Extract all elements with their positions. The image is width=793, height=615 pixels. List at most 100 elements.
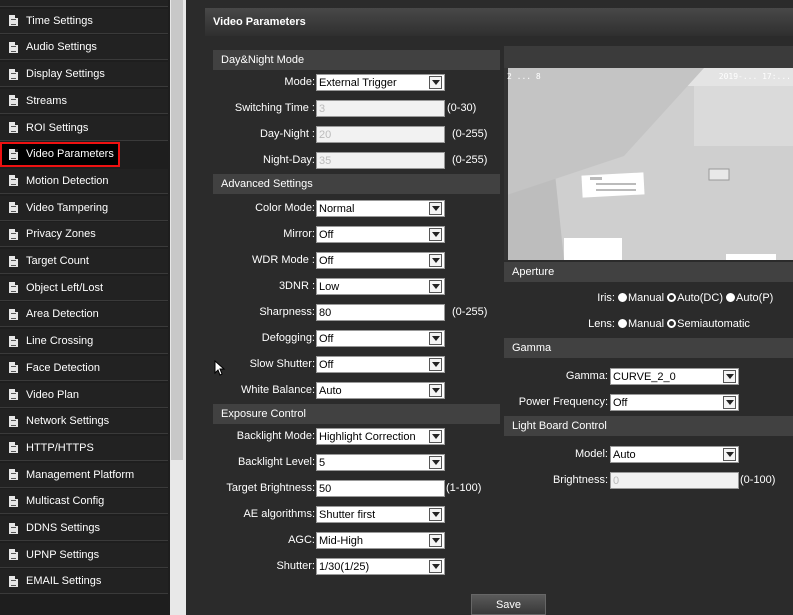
document-icon	[9, 228, 18, 240]
power-frequency-select[interactable]: Off	[610, 394, 739, 411]
ae-algorithms-select[interactable]: Shutter first	[316, 506, 445, 523]
sidebar-item[interactable]: Video Parameters	[0, 142, 120, 168]
sidebar-item[interactable]: Multicast Config	[0, 489, 168, 515]
sidebar-item[interactable]: HTTP/HTTPS	[0, 435, 168, 461]
sidebar-item[interactable]: Video Plan	[0, 382, 168, 408]
mirror-select[interactable]: Off	[316, 226, 445, 243]
document-icon	[9, 148, 18, 160]
save-button[interactable]: Save	[471, 594, 546, 615]
defogging-value: Off	[319, 332, 334, 345]
sidebar-item[interactable]: Time Settings	[0, 8, 168, 34]
sidebar-item[interactable]: Management Platform	[0, 462, 168, 488]
document-icon	[9, 362, 18, 374]
chevron-down-icon	[429, 228, 442, 241]
backlight-level-label: Backlight Level:	[237, 456, 315, 468]
chevron-down-icon	[429, 202, 442, 215]
defogging-select[interactable]: Off	[316, 330, 445, 347]
switching-time-input[interactable]: 3	[316, 100, 445, 117]
gamma-select[interactable]: CURVE_2_0	[610, 368, 739, 385]
model-label: Model:	[574, 448, 608, 460]
sidebar-item-label: Object Left/Lost	[26, 281, 104, 294]
sidebar-item[interactable]: ROI Settings	[0, 115, 168, 141]
chevron-down-icon	[429, 76, 442, 89]
document-icon	[9, 308, 18, 320]
document-icon	[9, 95, 18, 107]
sidebar-item[interactable]: Target Count	[0, 249, 168, 274]
sidebar-item[interactable]: Object Left/Lost	[0, 275, 168, 301]
sidebar-item[interactable]: UPNP Settings	[0, 542, 168, 568]
document-icon	[9, 415, 18, 427]
iris-manual-radio[interactable]	[618, 293, 627, 302]
slow-shutter-value: Off	[319, 358, 334, 371]
sidebar-item[interactable]: Network Settings	[0, 409, 168, 435]
brightness-range: (0-100)	[740, 474, 776, 486]
chevron-down-icon	[723, 448, 736, 461]
app-root: PTZ Settings Time Settings Audio Settings D…	[0, 0, 793, 615]
document-icon	[9, 549, 18, 561]
chevron-down-icon	[429, 254, 442, 267]
shutter-select[interactable]: 1/30(1/25)	[316, 558, 445, 575]
document-icon	[9, 335, 18, 347]
3dnr-select[interactable]: Low	[316, 278, 445, 295]
document-icon	[9, 495, 18, 507]
color-mode-select[interactable]: Normal	[316, 200, 445, 217]
night-day-label: Night-Day:	[263, 154, 315, 166]
lens-manual-radio[interactable]	[618, 319, 627, 328]
iris-autop-radio[interactable]	[726, 293, 736, 302]
sidebar-item[interactable]: Display Settings	[0, 62, 168, 88]
sidebar-item[interactable]: PTZ Settings	[0, 0, 168, 7]
sidebar-item[interactable]: Video Tampering	[0, 195, 168, 221]
sidebar-item[interactable]: Line Crossing	[0, 329, 168, 355]
slow-shutter-select[interactable]: Off	[316, 356, 445, 373]
model-select[interactable]: Auto	[610, 446, 739, 463]
mouse-cursor-icon	[214, 360, 226, 376]
sidebar-item-label: Multicast Config	[26, 495, 105, 508]
sidebar-item-label: UPNP Settings	[26, 548, 100, 561]
section-aperture: Aperture	[504, 262, 793, 282]
sidebar-item[interactable]: Privacy Zones	[0, 222, 168, 248]
gamma-value: CURVE_2_0	[613, 370, 676, 383]
sidebar-scroll-thumb[interactable]	[171, 0, 183, 460]
night-day-input[interactable]: 35	[316, 152, 445, 169]
mode-select[interactable]: External Trigger	[316, 74, 445, 91]
sidebar-item[interactable]: Audio Settings	[0, 35, 168, 61]
document-icon	[9, 68, 18, 80]
shutter-value: 1/30(1/25)	[319, 560, 370, 573]
agc-select[interactable]: Mid-High	[316, 532, 445, 549]
brightness-input[interactable]: 0	[610, 472, 739, 489]
sidebar-item[interactable]: Streams	[0, 88, 168, 114]
chevron-down-icon	[429, 508, 442, 521]
sidebar-item[interactable]: Motion Detection	[0, 168, 168, 194]
iris-autodc-radio[interactable]	[667, 293, 677, 302]
sidebar-item-label: Privacy Zones	[26, 228, 96, 241]
sharpness-range: (0-255)	[452, 306, 488, 318]
chevron-down-icon	[429, 534, 442, 547]
wdr-mode-value: Off	[319, 254, 334, 267]
sharpness-input[interactable]: 80	[316, 304, 445, 321]
chevron-down-icon	[429, 358, 442, 371]
backlight-mode-select[interactable]: Highlight Correction	[316, 428, 445, 445]
ae-algorithms-label: AE algorithms:	[243, 508, 315, 520]
sidebar-item[interactable]: DDNS Settings	[0, 516, 168, 541]
video-preview[interactable]: 2 ... 8 2019-... 17:...	[504, 46, 793, 260]
lens-semiauto-radio[interactable]	[667, 319, 677, 328]
sidebar-item[interactable]: Face Detection	[0, 355, 168, 381]
chevron-down-icon	[429, 560, 442, 573]
backlight-level-select[interactable]: 5	[316, 454, 445, 471]
white-balance-value: Auto	[319, 384, 342, 397]
sidebar-item-label: Time Settings	[26, 14, 93, 27]
sidebar-item-label: Motion Detection	[26, 174, 109, 187]
sidebar-item[interactable]: Area Detection	[0, 302, 168, 328]
white-balance-select[interactable]: Auto	[316, 382, 445, 399]
target-brightness-input[interactable]: 50	[316, 480, 445, 497]
sidebar-item-label: Display Settings	[26, 68, 105, 81]
day-night-input[interactable]: 20	[316, 126, 445, 143]
section-lightboard: Light Board Control	[504, 416, 793, 436]
document-icon	[9, 15, 18, 27]
preview-overlay-left: 2 ... 8	[507, 72, 541, 81]
document-icon	[9, 522, 18, 534]
wdr-mode-select[interactable]: Off	[316, 252, 445, 269]
backlight-mode-value: Highlight Correction	[319, 430, 416, 443]
sidebar-item[interactable]: EMAIL Settings	[0, 569, 168, 595]
day-night-label: Day-Night :	[259, 128, 315, 140]
